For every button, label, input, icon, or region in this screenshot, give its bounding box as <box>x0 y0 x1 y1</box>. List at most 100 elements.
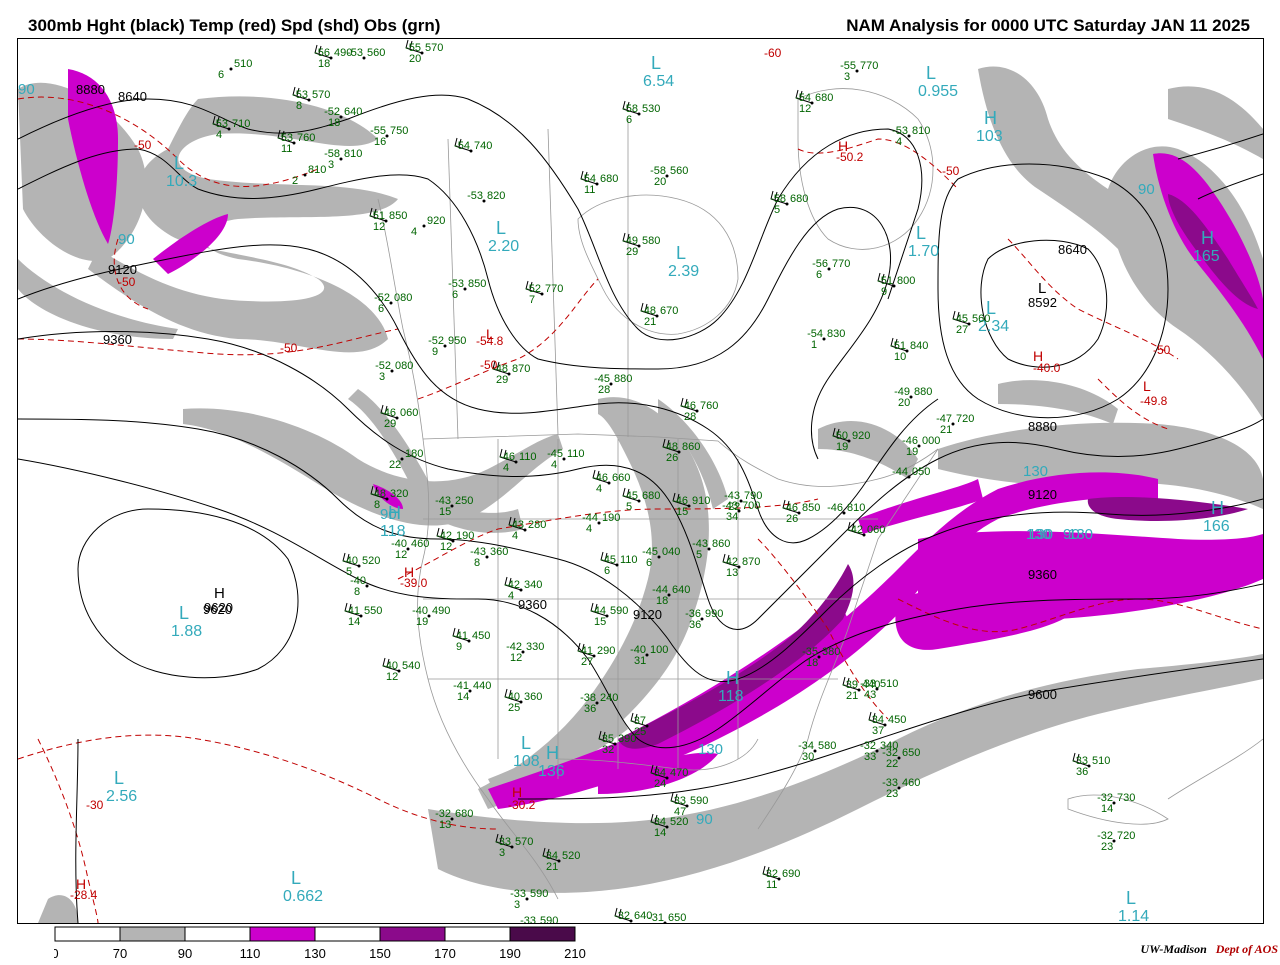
obs-station-dot <box>892 284 896 288</box>
credit-org: UW-Madison <box>1140 942 1207 956</box>
speed-center-mark: L <box>179 603 189 623</box>
obs-station-dot <box>875 749 879 753</box>
legend-bin <box>444 926 511 942</box>
obs-station-dot <box>482 199 486 203</box>
obs-station-dot <box>467 639 471 643</box>
obs-height: 460 <box>411 538 429 550</box>
obs-dewpoint: 28 <box>684 411 696 423</box>
obs-height: 590 <box>690 795 708 807</box>
obs-station-dot <box>613 742 617 746</box>
obs-temp: -42 <box>847 524 863 536</box>
speed-legend: 0 70 90 110 130 150 170 190 210 <box>51 926 654 965</box>
obs-station-dot <box>507 372 511 376</box>
obs-dewpoint: 4 <box>411 226 417 238</box>
obs-station-dot <box>329 56 333 60</box>
obs-height: 760 <box>700 400 718 412</box>
obs-height: 810 <box>344 148 362 160</box>
obs-height: 360 <box>490 546 508 558</box>
obs-height: 060 <box>867 524 885 536</box>
obs-station-dot <box>451 539 455 543</box>
speed-center-label: 10.3 <box>166 173 197 190</box>
obs-height: 540 <box>402 660 420 672</box>
obs-station-dot <box>525 897 529 901</box>
obs-dewpoint: 3 <box>514 899 520 911</box>
height-contour-label: 9360 <box>518 597 547 612</box>
obs-dewpoint: 29 <box>384 418 396 430</box>
speed-center-label: 2.56 <box>106 788 137 805</box>
obs-dewpoint: 8 <box>474 557 480 569</box>
obs-station-dot <box>397 669 401 673</box>
obs-dewpoint: 14 <box>348 616 360 628</box>
obs-dewpoint: 19 <box>416 616 428 628</box>
obs-station-dot <box>420 51 424 55</box>
obs-temp: -53 <box>467 190 483 202</box>
obs-dewpoint: 4 <box>596 483 602 495</box>
speed-center-mark: H <box>546 743 559 763</box>
temp-center-mark: H <box>512 784 522 800</box>
speed-center-mark: H <box>984 108 997 128</box>
height-center-label: 9620 <box>204 600 233 615</box>
obs-dewpoint: 12 <box>395 549 407 561</box>
speed-contour-label: 90 <box>1138 181 1155 198</box>
obs-station-dot <box>1087 764 1091 768</box>
obs-height: 080 <box>394 292 412 304</box>
obs-height: 080 <box>395 360 413 372</box>
height-contour <box>77 508 299 679</box>
height-contour-label: 8640 <box>1058 242 1087 257</box>
obs-station-dot <box>810 101 814 105</box>
speed-center-mark: H <box>1211 498 1224 518</box>
speed-center-label: 136 <box>538 763 565 780</box>
obs-station-dot <box>637 244 641 248</box>
obs-height: 110 <box>519 451 537 463</box>
obs-station-dot <box>362 56 366 60</box>
obs-station-dot <box>292 141 296 145</box>
obs-station-dot <box>389 301 393 305</box>
obs-dewpoint: 14 <box>1101 803 1113 815</box>
obs-station-dot <box>677 450 681 454</box>
obs-height: 590 <box>540 915 558 923</box>
obs-station-dot <box>1112 801 1116 805</box>
speed-contour-label: 130 <box>698 741 723 758</box>
speed-center-mark: L <box>291 868 301 888</box>
obs-dewpoint: 12 <box>373 221 385 233</box>
speed-legend-svg: 0 70 90 110 130 150 170 190 210 <box>51 926 586 961</box>
speed-center-mark: H <box>726 668 739 688</box>
obs-height: 840 <box>910 340 928 352</box>
obs-station-dot <box>595 182 599 186</box>
obs-dewpoint: 32 <box>602 744 614 756</box>
obs-dewpoint: 4 <box>216 129 222 141</box>
obs-height: 450 <box>888 714 906 726</box>
obs-station-dot <box>390 369 394 373</box>
obs-dewpoint: 6 <box>626 114 632 126</box>
obs-height: 590 <box>530 888 548 900</box>
obs-station-dot <box>450 817 454 821</box>
speed-band <box>1168 86 1263 159</box>
obs-height: 870 <box>742 556 760 568</box>
obs-height: 650 <box>902 747 920 759</box>
obs-station-dot <box>667 593 671 597</box>
obs-station-dot <box>307 98 311 102</box>
obs-height: 360 <box>524 691 542 703</box>
obs-dewpoint: 15 <box>439 506 451 518</box>
obs-dewpoint: 3 <box>328 159 334 171</box>
obs-station-dot <box>822 337 826 341</box>
speed-center-label: 2.39 <box>668 263 699 280</box>
obs-height: 670 <box>660 305 678 317</box>
obs-dewpoint: 19 <box>836 441 848 453</box>
obs-height: 180 <box>405 448 423 460</box>
obs-station-dot <box>967 322 971 326</box>
obs-height: 680 <box>815 92 833 104</box>
obs-height: 000 <box>922 435 940 447</box>
obs-height: 580 <box>818 740 836 752</box>
obs-height: 920 <box>427 215 445 227</box>
obs-height: 050 <box>912 466 930 478</box>
obs-dewpoint: 13 <box>439 819 451 831</box>
obs-station-dot <box>909 395 913 399</box>
obs-dewpoint: 27 <box>581 656 593 668</box>
obs-station-dot <box>737 565 741 569</box>
speed-center-label: 0.955 <box>918 83 958 100</box>
obs-height: 490 <box>432 605 450 617</box>
speed-contour-label: 130 <box>1068 526 1093 543</box>
obs-station-dot <box>797 511 801 515</box>
obs-station-dot <box>227 127 231 131</box>
